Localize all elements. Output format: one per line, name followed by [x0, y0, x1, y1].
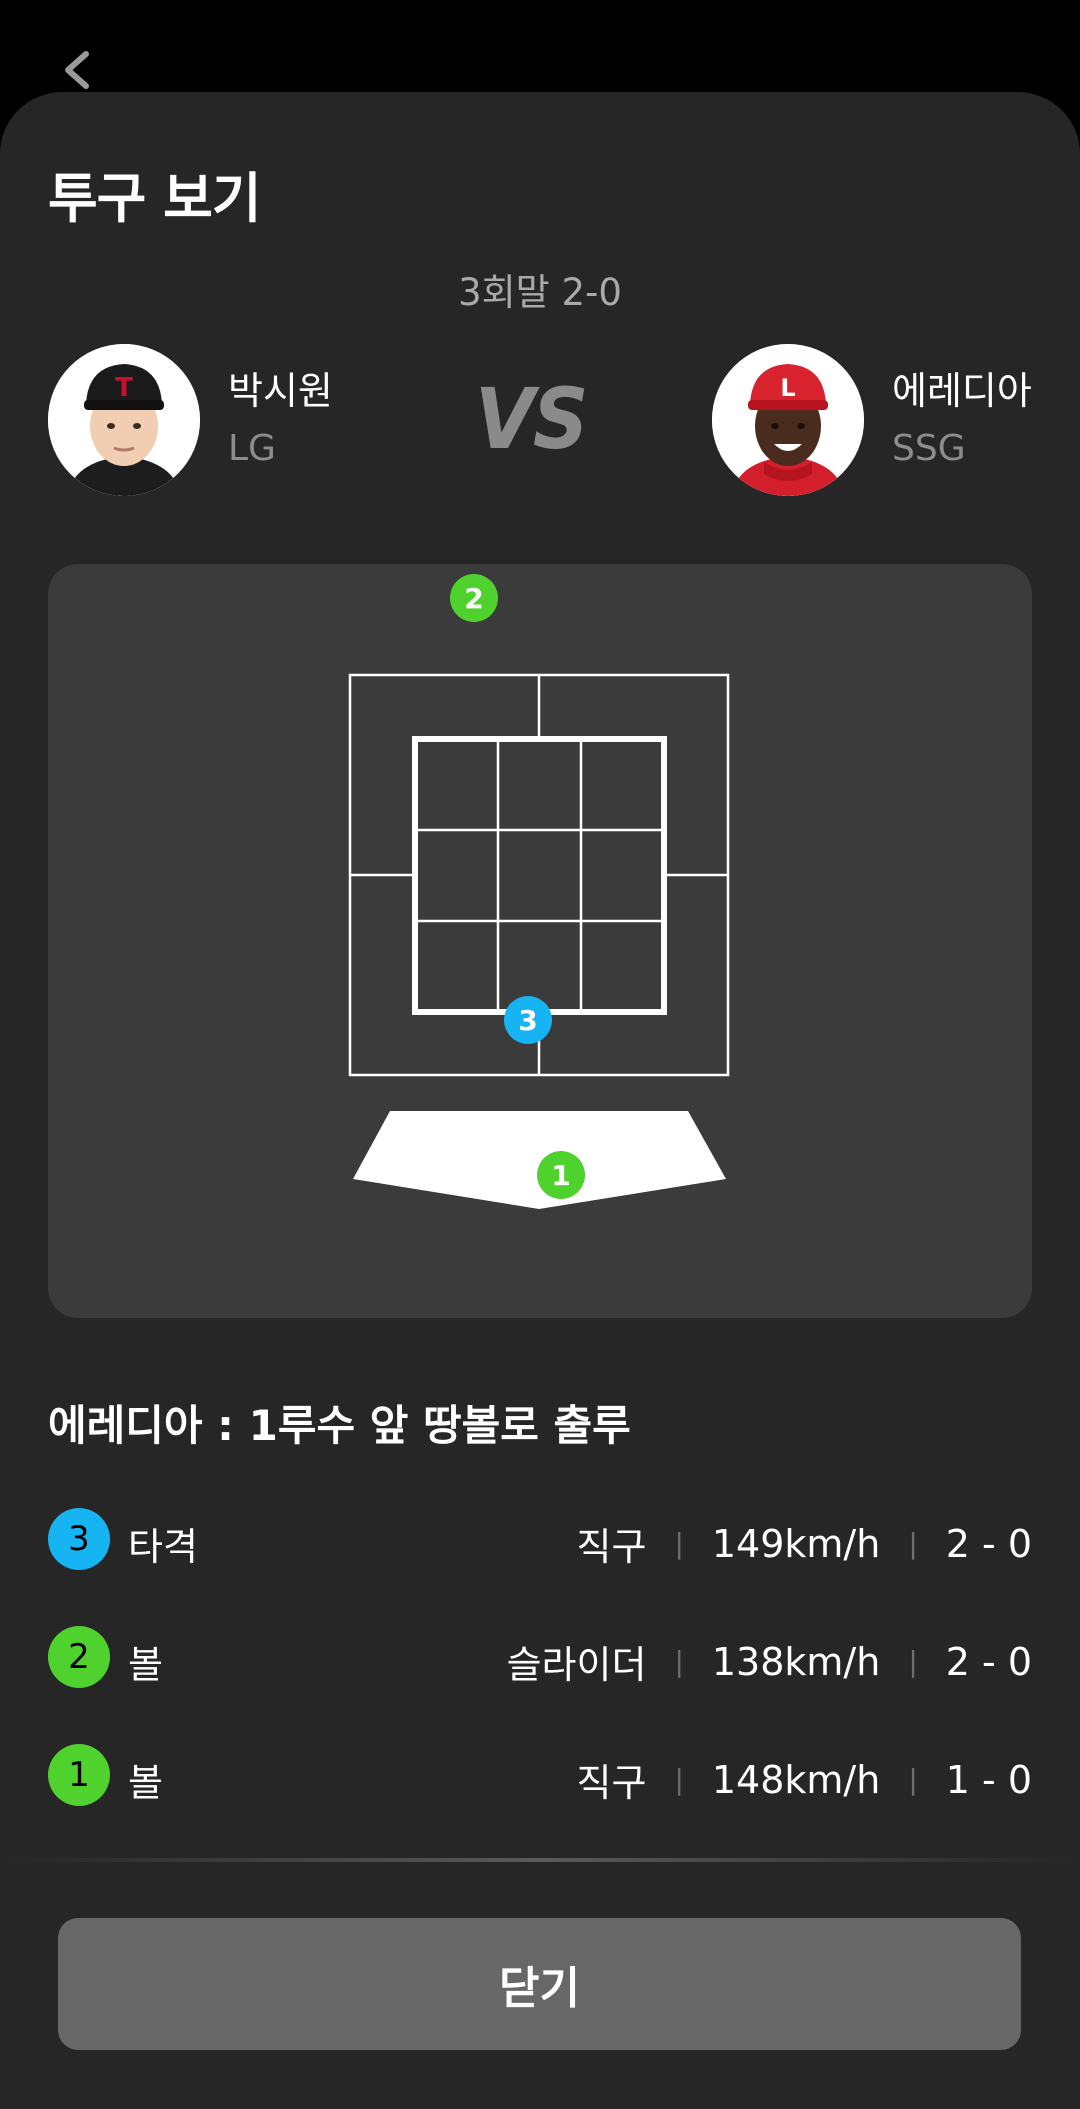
- pitch-number-badge: 3: [48, 1508, 110, 1570]
- separator: |: [674, 1527, 684, 1560]
- pitch-marker-1[interactable]: 1: [537, 1151, 585, 1199]
- vs-label: VS: [474, 370, 589, 468]
- pitch-number-badge: 2: [48, 1626, 110, 1688]
- divider: [0, 1858, 1080, 1862]
- pitcher-team: LG: [228, 428, 276, 469]
- pitch-row: 1 볼 직구 | 148km/h | 1 - 0: [48, 1744, 1032, 1808]
- svg-text:T: T: [115, 373, 133, 403]
- pitch-speed: 148km/h: [711, 1757, 881, 1802]
- strike-zone-panel: 2 3 1: [48, 564, 1032, 1318]
- pitch-details: 직구 | 148km/h | 1 - 0: [577, 1752, 1032, 1807]
- pitch-result-label: 볼: [128, 1761, 163, 1805]
- pitch-type: 직구: [576, 1761, 647, 1805]
- pitch-speed: 149km/h: [711, 1521, 881, 1566]
- separator: |: [908, 1527, 918, 1560]
- close-button[interactable]: 닫기: [58, 1918, 1021, 2050]
- chevron-left-icon: [65, 51, 89, 89]
- pitch-row: 2 볼 슬라이더 | 138km/h | 2 - 0: [48, 1626, 1032, 1690]
- pitch-number-badge: 1: [48, 1744, 110, 1806]
- batter-avatar: L: [712, 344, 864, 496]
- batter-team: SSG: [892, 428, 966, 469]
- at-bat-result: 에레디아 : 1루수 앞 땅볼로 출루: [48, 1401, 631, 1450]
- pitch-details: 슬라이더 | 138km/h | 2 - 0: [507, 1634, 1032, 1689]
- pitch-type: 직구: [576, 1525, 647, 1569]
- strike-zone-diagram: [348, 673, 730, 1209]
- pitch-marker-3[interactable]: 3: [504, 996, 552, 1044]
- svg-text:L: L: [780, 374, 795, 402]
- pitcher-avatar: T: [48, 344, 200, 496]
- pitch-type: 슬라이더: [506, 1643, 647, 1687]
- pitch-details: 직구 | 149km/h | 2 - 0: [577, 1516, 1032, 1571]
- separator: |: [908, 1763, 918, 1796]
- pitch-result-label: 볼: [128, 1643, 163, 1687]
- pitcher-name: 박시원: [228, 369, 333, 413]
- back-button[interactable]: [58, 50, 98, 90]
- sheet-title: 투구 보기: [48, 167, 262, 230]
- pitch-result-label: 타격: [128, 1525, 198, 1569]
- pitch-row: 3 타격 직구 | 149km/h | 2 - 0: [48, 1508, 1032, 1572]
- pitch-marker-2[interactable]: 2: [450, 574, 498, 622]
- strike-zone: [412, 736, 667, 1015]
- separator: |: [674, 1645, 684, 1678]
- separator: |: [908, 1645, 918, 1678]
- ball-count: 2 - 0: [945, 1521, 1032, 1566]
- home-plate: [353, 1111, 726, 1209]
- pitch-view-sheet: 투구 보기 3회말 2-0 T 박시원 LG VS L 에레디아 SSG 2 3…: [0, 92, 1080, 2109]
- ball-count: 1 - 0: [945, 1757, 1032, 1802]
- ball-count: 2 - 0: [945, 1639, 1032, 1684]
- batter-name: 에레디아: [892, 369, 1032, 413]
- pitch-speed: 138km/h: [711, 1639, 881, 1684]
- inning-score: 3회말 2-0: [458, 271, 622, 314]
- separator: |: [674, 1763, 684, 1796]
